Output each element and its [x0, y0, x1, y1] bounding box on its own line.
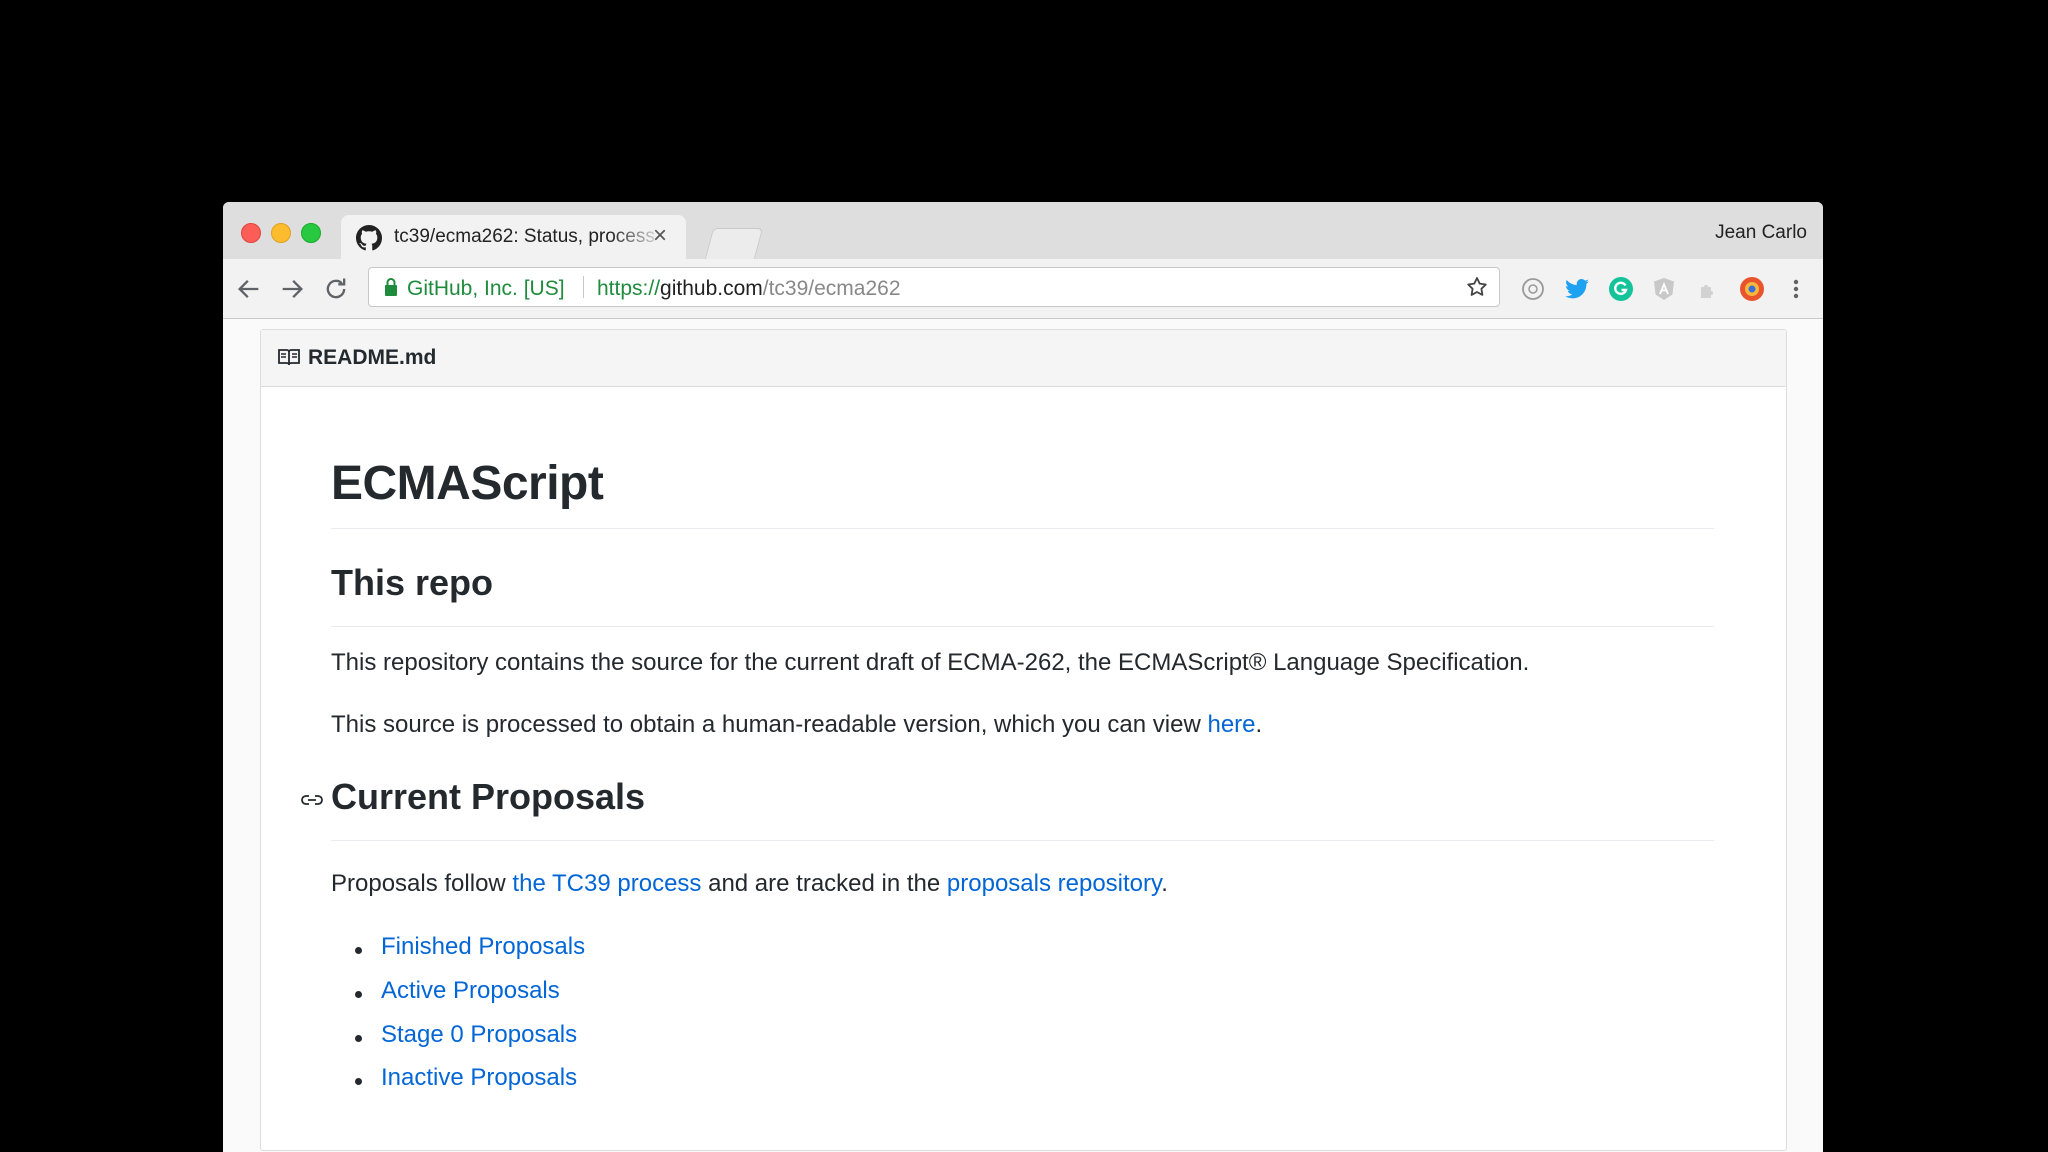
url-text[interactable]: https://github.com/tc39/ecma262	[597, 277, 901, 301]
tab-strip: tc39/ecma262: Status, process × Jean Car…	[223, 202, 1823, 259]
tab-close-icon[interactable]: ×	[653, 223, 667, 249]
paragraph-text: Proposals follow	[331, 870, 513, 897]
puzzle-icon[interactable]	[1695, 276, 1721, 302]
bookmark-star-icon[interactable]	[1465, 275, 1489, 299]
bullet	[355, 1078, 362, 1085]
inactive-proposals-link[interactable]: Inactive Proposals	[381, 1064, 577, 1092]
menu-dots-icon[interactable]	[1783, 276, 1809, 302]
twitter-icon[interactable]	[1564, 276, 1590, 302]
window-maximize-button[interactable]	[301, 223, 321, 243]
book-icon	[278, 349, 300, 366]
address-bar[interactable]: GitHub, Inc. [US] https://github.com/tc3…	[368, 267, 1500, 307]
reload-icon[interactable]	[322, 275, 350, 303]
back-icon[interactable]	[235, 275, 263, 303]
divider	[331, 840, 1714, 841]
page-title: ECMAScript	[331, 457, 604, 510]
bullet	[355, 991, 362, 998]
grammarly-icon[interactable]	[1608, 276, 1634, 302]
url-host: github.com	[660, 277, 763, 300]
anchor-link-icon[interactable]	[299, 790, 325, 810]
finished-proposals-link[interactable]: Finished Proposals	[381, 933, 585, 961]
paragraph-text: and are tracked in the	[701, 870, 947, 897]
angular-icon[interactable]	[1651, 276, 1677, 302]
here-link[interactable]: here	[1207, 711, 1255, 738]
paragraph-text: .	[1255, 711, 1263, 738]
tc39-process-link[interactable]: the TC39 process	[512, 870, 701, 897]
divider	[331, 528, 1714, 529]
heading-current-proposals: Current Proposals	[331, 776, 646, 817]
separator	[583, 276, 584, 298]
browser-toolbar: GitHub, Inc. [US] https://github.com/tc3…	[223, 259, 1823, 319]
tab-title: tc39/ecma262: Status, process	[394, 226, 655, 247]
readme-filename[interactable]: README.md	[308, 346, 436, 370]
active-proposals-link[interactable]: Active Proposals	[381, 977, 560, 1005]
paragraph-repo-description: This repository contains the source for …	[331, 649, 1530, 676]
bullet	[355, 947, 362, 954]
proposals-repository-link[interactable]: proposals repository	[947, 870, 1161, 897]
ext-circle-icon[interactable]	[1520, 276, 1546, 302]
stage-0-proposals-link[interactable]: Stage 0 Proposals	[381, 1021, 577, 1049]
readme-box: README.md ECMAScript This repo This repo…	[260, 329, 1787, 1151]
new-tab-button[interactable]	[704, 228, 764, 259]
window-minimize-button[interactable]	[271, 223, 291, 243]
lock-icon	[385, 278, 397, 296]
paragraph-text: .	[1161, 870, 1168, 897]
divider	[331, 626, 1714, 627]
paragraph-text: This source is processed to obtain a hum…	[331, 711, 1208, 738]
url-scheme: https://	[597, 277, 661, 300]
readme-header: README.md	[261, 330, 1786, 387]
forward-icon[interactable]	[278, 275, 306, 303]
paragraph-human-readable: This source is processed to obtain a hum…	[331, 711, 1262, 739]
browser-tab[interactable]: tc39/ecma262: Status, process ×	[341, 215, 686, 259]
github-icon	[356, 225, 382, 251]
page-content: README.md ECMAScript This repo This repo…	[223, 319, 1823, 1152]
window-close-button[interactable]	[241, 223, 261, 243]
color-picker-icon[interactable]	[1739, 276, 1765, 302]
site-identity[interactable]: GitHub, Inc. [US]	[407, 277, 565, 301]
bullet	[355, 1035, 362, 1042]
browser-window: tc39/ecma262: Status, process × Jean Car…	[223, 202, 1823, 1152]
url-path: /tc39/ecma262	[762, 277, 901, 300]
paragraph-proposals: Proposals follow the TC39 process and ar…	[331, 870, 1168, 898]
heading-this-repo: This repo	[331, 562, 494, 603]
profile-name[interactable]: Jean Carlo	[1715, 222, 1807, 244]
